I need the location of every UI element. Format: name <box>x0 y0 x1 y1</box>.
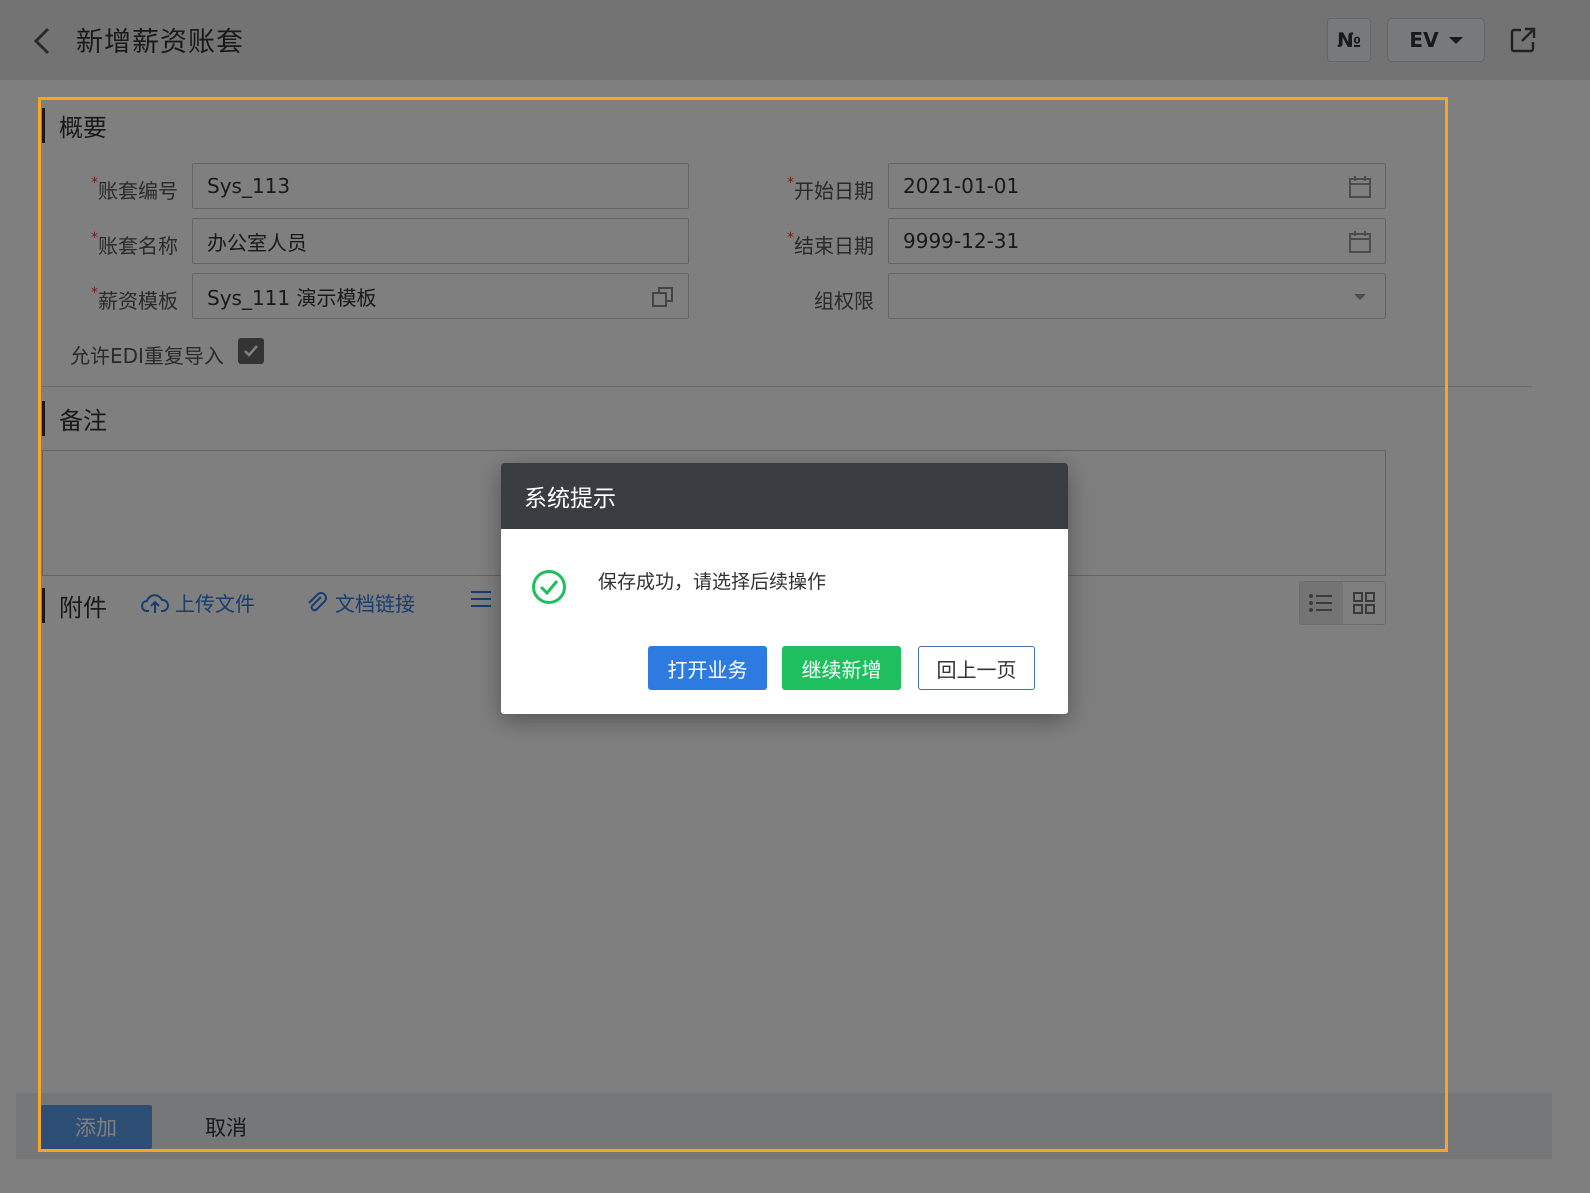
dialog-message: 保存成功，请选择后续操作 <box>598 571 827 593</box>
system-prompt-dialog: 系统提示 保存成功，请选择后续操作 打开业务 继续新增 回上一页 <box>501 463 1068 714</box>
continue-add-button[interactable]: 继续新增 <box>782 646 901 690</box>
success-check-icon <box>532 570 566 604</box>
dialog-title: 系统提示 <box>501 463 1068 529</box>
open-business-button[interactable]: 打开业务 <box>648 646 767 690</box>
back-previous-button[interactable]: 回上一页 <box>918 646 1035 690</box>
